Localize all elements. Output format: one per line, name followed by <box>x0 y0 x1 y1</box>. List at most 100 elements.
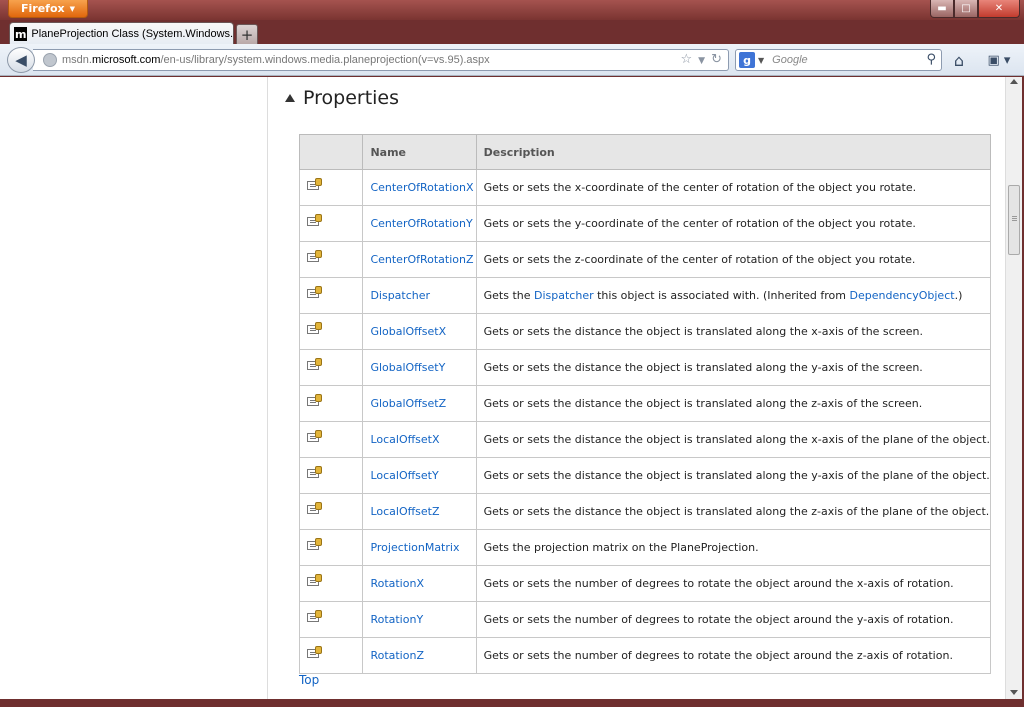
tab-planeprojection[interactable]: m PlaneProjection Class (System.Windows.… <box>9 22 234 45</box>
public-property-icon <box>307 322 322 336</box>
table-row: GlobalOffsetX Gets or sets the distance t… <box>298 313 992 350</box>
new-tab-button[interactable]: + <box>236 24 258 44</box>
property-name-link[interactable]: LocalOffsetZ <box>370 505 439 518</box>
google-engine-icon[interactable]: g <box>739 52 755 68</box>
firefox-menu-label: Firefox <box>21 2 65 15</box>
url-bar[interactable]: msdn.microsoft.com/en-us/library/system.… <box>33 49 729 71</box>
table-row: GlobalOffsetY Gets or sets the distance t… <box>298 349 992 386</box>
table-row: GlobalOffsetZ Gets or sets the distance t… <box>298 385 992 422</box>
property-icon-cell <box>298 241 364 278</box>
public-property-icon <box>307 250 322 264</box>
table-row: LocalOffsetY Gets or sets the distance th… <box>298 457 992 494</box>
property-description-cell: Gets or sets the distance the object is … <box>475 313 992 350</box>
property-name-cell: RotationY <box>362 601 477 638</box>
property-name-link[interactable]: GlobalOffsetX <box>370 325 446 338</box>
property-icon-cell <box>298 565 364 602</box>
table-header-row: Name Description <box>298 134 992 170</box>
section-title: Properties <box>303 87 400 109</box>
public-property-icon <box>307 574 322 588</box>
site-identity-globe-icon[interactable] <box>43 53 57 67</box>
plus-icon: + <box>240 25 254 44</box>
window-titlebar: Firefox ▼ ▬ □ ✕ <box>0 0 1024 20</box>
back-arrow-icon: ◀ <box>15 51 27 69</box>
property-name-link[interactable]: CenterOfRotationZ <box>370 253 473 266</box>
property-name-link[interactable]: RotationY <box>370 613 423 626</box>
firefox-menu-button[interactable]: Firefox ▼ <box>8 0 88 18</box>
url-prefix: msdn. <box>62 54 92 66</box>
property-icon-cell <box>298 169 364 206</box>
history-dropdown-icon[interactable]: ▼ <box>698 52 705 70</box>
inline-type-link[interactable]: Dispatcher <box>534 289 594 302</box>
public-property-icon <box>307 178 322 192</box>
engine-dropdown-icon[interactable]: ▼ <box>758 56 764 65</box>
property-name-link[interactable]: ProjectionMatrix <box>370 541 459 554</box>
scrollbar-thumb[interactable] <box>1008 185 1020 255</box>
properties-table: Name Description CenterOfRotationX Gets o… <box>298 134 992 674</box>
properties-section: Properties Name Description CenterOfRota… <box>268 77 1005 699</box>
property-name-cell: CenterOfRotationX <box>362 169 477 206</box>
msdn-favicon-icon: m <box>14 27 28 41</box>
property-name-cell: LocalOffsetY <box>362 457 477 494</box>
description-text: .) <box>954 289 963 302</box>
table-row: RotationZ Gets or sets the number of degr… <box>298 637 992 674</box>
scroll-up-arrow-icon[interactable] <box>1010 79 1018 84</box>
public-property-icon <box>307 214 322 228</box>
table-row: Dispatcher Gets the Dispatcher this objec… <box>298 277 992 314</box>
property-icon-cell <box>298 385 364 422</box>
property-name-link[interactable]: GlobalOffsetY <box>370 361 445 374</box>
window-controls: ▬ □ ✕ <box>930 0 1020 18</box>
property-description-cell: Gets or sets the number of degrees to ro… <box>475 637 992 674</box>
back-button[interactable]: ◀ <box>7 47 35 73</box>
property-icon-cell <box>298 493 364 530</box>
property-name-link[interactable]: CenterOfRotationX <box>370 181 473 194</box>
property-description-cell: Gets the Dispatcher this object is assoc… <box>475 277 992 314</box>
left-nav-panel <box>0 77 268 699</box>
public-property-icon <box>307 358 322 372</box>
reload-icon[interactable]: ↻ <box>711 52 722 70</box>
collapse-triangle-icon[interactable] <box>285 94 295 102</box>
dropdown-arrow-icon: ▼ <box>69 4 75 13</box>
property-name-link[interactable]: LocalOffsetX <box>370 433 439 446</box>
close-window-icon[interactable]: ✕ <box>978 0 1020 18</box>
url-text[interactable]: msdn.microsoft.com/en-us/library/system.… <box>62 54 490 66</box>
top-link[interactable]: Top <box>299 673 319 687</box>
property-name-cell: RotationZ <box>362 637 477 674</box>
home-icon[interactable]: ⌂ <box>948 50 970 70</box>
maximize-icon[interactable]: □ <box>954 0 978 18</box>
url-bar-icons: ☆ ▼ ↻ <box>681 52 722 70</box>
property-name-link[interactable]: Dispatcher <box>370 289 430 302</box>
minimize-icon[interactable]: ▬ <box>930 0 954 18</box>
property-name-link[interactable]: CenterOfRotationY <box>370 217 472 230</box>
property-name-link[interactable]: RotationX <box>370 577 424 590</box>
table-row: CenterOfRotationX Gets or sets the x-coor… <box>298 169 992 206</box>
property-description-cell: Gets or sets the x-coordinate of the cen… <box>475 169 992 206</box>
property-description-cell: Gets or sets the distance the object is … <box>475 493 992 530</box>
property-name-cell: LocalOffsetX <box>362 421 477 458</box>
tab-strip: m PlaneProjection Class (System.Windows.… <box>0 20 1024 45</box>
table-row: RotationY Gets or sets the number of degr… <box>298 601 992 638</box>
inline-type-link[interactable]: DependencyObject <box>850 289 955 302</box>
navigation-toolbar: msdn.microsoft.com/en-us/library/system.… <box>0 44 1024 76</box>
property-name-cell: RotationX <box>362 565 477 602</box>
page-viewport: Properties Name Description CenterOfRota… <box>0 77 1005 699</box>
section-header[interactable]: Properties <box>285 87 399 109</box>
search-input[interactable]: Google <box>772 54 807 66</box>
property-name-link[interactable]: LocalOffsetY <box>370 469 438 482</box>
property-icon-cell <box>298 457 364 494</box>
property-name-link[interactable]: GlobalOffsetZ <box>370 397 446 410</box>
public-property-icon <box>307 538 322 552</box>
scroll-down-arrow-icon[interactable] <box>1010 690 1018 695</box>
property-description-cell: Gets or sets the distance the object is … <box>475 457 992 494</box>
table-row: ProjectionMatrix Gets the projection matr… <box>298 529 992 566</box>
search-icon[interactable]: ⚲ <box>926 52 936 67</box>
vertical-scrollbar[interactable] <box>1005 77 1022 699</box>
table-body: CenterOfRotationX Gets or sets the x-coor… <box>298 169 992 674</box>
bookmark-star-icon[interactable]: ☆ <box>681 52 693 70</box>
property-name-link[interactable]: RotationZ <box>370 649 424 662</box>
addon-menu-icon[interactable]: ▣ ▾ <box>982 50 1016 70</box>
property-icon-cell <box>298 601 364 638</box>
public-property-icon <box>307 646 322 660</box>
search-bar[interactable]: g ▼ Google ⚲ <box>735 49 942 71</box>
column-header-name: Name <box>362 134 477 170</box>
property-name-cell: Dispatcher <box>362 277 477 314</box>
